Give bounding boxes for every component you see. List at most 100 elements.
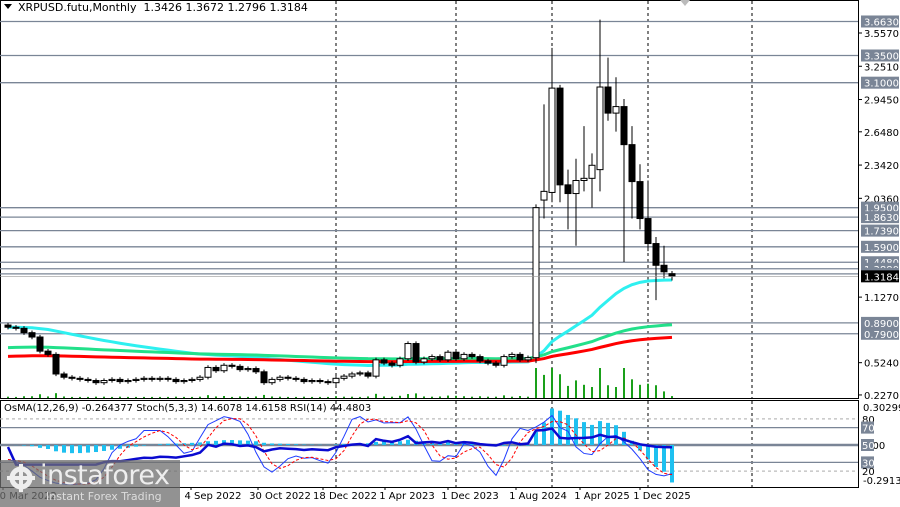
candle-body <box>212 366 220 372</box>
candle <box>532 204 540 364</box>
candle-body <box>252 368 260 373</box>
candle-body <box>236 365 244 371</box>
candle-body <box>420 358 428 363</box>
price-tick-label: 3.2510 <box>864 62 899 73</box>
candle-body <box>524 357 532 361</box>
candle-body <box>36 336 44 352</box>
candle-body <box>532 207 540 359</box>
candle <box>36 334 44 354</box>
candle-body <box>428 356 436 360</box>
candle-body <box>596 86 604 171</box>
candle-body <box>292 377 300 380</box>
candle-body <box>500 356 508 366</box>
candle-body <box>580 177 588 181</box>
watermark: instaforex Instant Forex Trading <box>0 460 180 507</box>
candle-body <box>12 326 20 329</box>
candle-body <box>620 106 628 146</box>
ohlc-values: 1.3426 1.3672 1.2796 1.3184 <box>143 1 308 14</box>
candle-body <box>116 378 124 383</box>
candle-body <box>324 381 332 384</box>
main-panel-frame <box>0 0 859 399</box>
candle-body <box>644 218 652 245</box>
candle-body <box>612 106 620 114</box>
candle-body <box>228 364 236 367</box>
candle-body <box>196 376 204 380</box>
watermark-tagline: Instant Forex Trading <box>46 490 162 503</box>
candle-body <box>308 380 316 383</box>
candle-body <box>156 377 164 380</box>
candle-body <box>60 373 68 378</box>
candle-body <box>204 366 212 378</box>
candle-body <box>164 377 172 380</box>
candle-body <box>356 372 364 375</box>
candle-body <box>76 377 84 380</box>
candle-body <box>268 378 276 384</box>
candle-body <box>380 359 388 364</box>
current-price-label: 1.3184 <box>864 272 899 283</box>
level-label: 0.7900 <box>864 330 899 341</box>
candle-body <box>516 353 524 361</box>
candle-body <box>284 376 292 379</box>
candle-body <box>180 380 188 383</box>
candle-body <box>132 378 140 382</box>
candle-body <box>4 324 12 328</box>
price-tick-label: 3.5570 <box>864 29 899 40</box>
dropdown-triangle-icon[interactable] <box>4 4 12 9</box>
candle-body <box>20 327 28 334</box>
price-tick-label: 2.3420 <box>864 161 899 172</box>
candle-body <box>348 373 356 377</box>
candle <box>444 350 452 363</box>
candle <box>204 365 212 380</box>
candle-body <box>412 343 420 363</box>
candle-body <box>44 350 52 355</box>
instaforex-logo-icon <box>7 464 35 492</box>
candle <box>372 357 380 379</box>
date-label: 18 Dec 2022 <box>313 491 377 502</box>
date-label: 4 Sep 2022 <box>184 491 241 502</box>
level-label: 1.5900 <box>864 243 899 254</box>
indicator-title: OsMA(12,26,9) -0.264377 Stoch(5,3,3) 14.… <box>4 403 372 414</box>
candle-body <box>244 368 252 371</box>
price-chart[interactable]: 3.55703.25102.94502.64802.34202.03601.12… <box>0 0 900 507</box>
indicator-level-label: 70 <box>862 424 875 435</box>
watermark-brand: instaforex <box>40 460 170 491</box>
candle <box>556 84 564 203</box>
candle-body <box>628 144 636 183</box>
candle-body <box>564 184 572 195</box>
candle-body <box>172 378 180 383</box>
level-label: 3.1000 <box>864 79 899 90</box>
price-tick-label: 1.1270 <box>864 293 899 304</box>
candle-body <box>468 353 476 358</box>
date-label: 1 Dec 2025 <box>633 491 691 502</box>
candle-body <box>92 380 100 384</box>
candle-body <box>484 360 492 364</box>
candle-body <box>340 375 348 379</box>
candle-body <box>404 343 412 360</box>
candle <box>404 341 412 361</box>
candle-body <box>332 377 340 384</box>
price-tick-label: 2.6480 <box>864 128 899 139</box>
candle-body <box>508 353 516 358</box>
candle-body <box>220 364 228 372</box>
candle-body <box>316 380 324 383</box>
date-label: 30 Oct 2022 <box>249 491 311 502</box>
candle-body <box>148 377 156 380</box>
candle-body <box>452 351 460 360</box>
level-label: 1.8630 <box>864 213 899 224</box>
candle-body <box>540 190 548 201</box>
date-label: 1 Apr 2023 <box>379 491 434 502</box>
candle-body <box>636 181 644 220</box>
candle <box>260 369 268 385</box>
candle-body <box>460 353 468 360</box>
indicator-level-label: 50 <box>862 441 875 452</box>
candle-body <box>660 264 668 273</box>
candle-body <box>396 358 404 366</box>
candle-body <box>84 378 92 382</box>
candle-body <box>300 378 308 383</box>
candle-body <box>388 362 396 366</box>
price-tick-label: 0.5240 <box>864 359 899 370</box>
date-label: 1 Apr 2025 <box>574 491 629 502</box>
candle-body <box>124 380 132 383</box>
date-label: 1 Dec 2023 <box>441 491 499 502</box>
candle-body <box>548 87 556 193</box>
